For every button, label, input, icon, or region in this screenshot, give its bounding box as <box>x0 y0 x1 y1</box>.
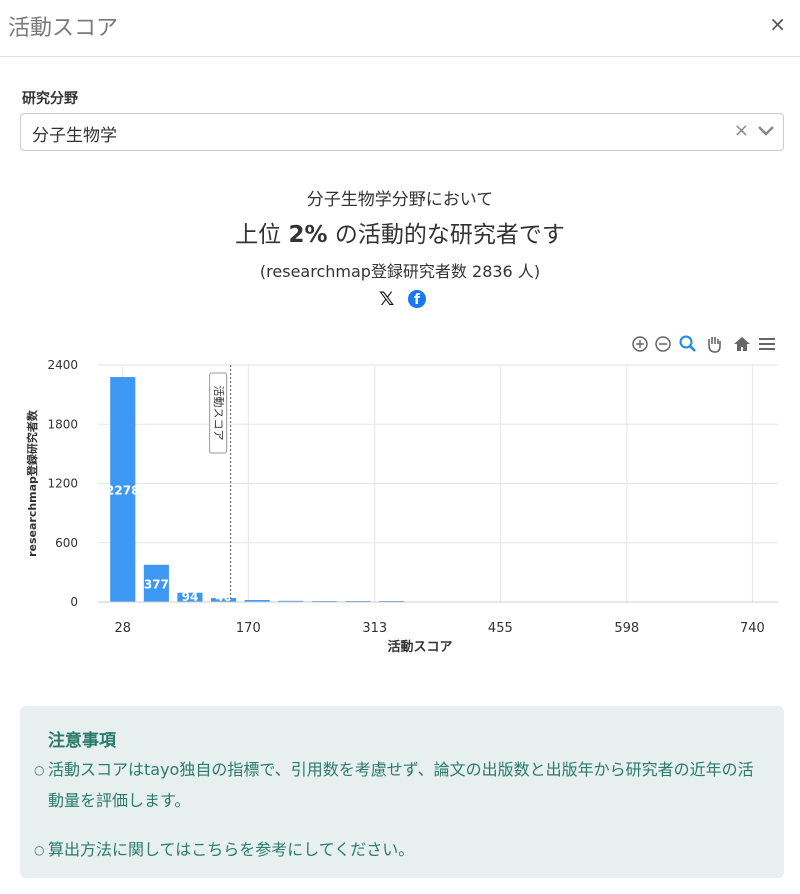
modal-title: 活動スコア <box>8 16 119 41</box>
x-tick-label: 598 <box>614 621 639 636</box>
rank-percent: 2% <box>288 222 328 248</box>
bullet-icon: ○ <box>34 843 45 857</box>
bar-value-label: 2278 <box>106 484 139 498</box>
field-label: 研究分野 <box>22 91 78 107</box>
x-tick-label: 170 <box>236 621 261 636</box>
modal-header: 活動スコア × <box>0 0 800 57</box>
chevron-down-icon[interactable] <box>757 124 775 138</box>
y-axis-title: researchmap登録研究者数 <box>25 409 39 557</box>
notes-panel: 注意事項 ○ 活動スコアはtayo独自の指標で、引用数を考慮せず、論文の出版数と出… <box>20 706 784 878</box>
x-tick-label: 313 <box>362 621 387 636</box>
facebook-share-icon[interactable]: f <box>408 290 426 308</box>
y-tick-label: 0 <box>70 595 78 609</box>
x-tick-label: 740 <box>740 621 765 636</box>
bar-value-label: 377 <box>144 577 169 591</box>
bullet-icon: ○ <box>34 763 45 777</box>
rank-suffix: の活動的な研究者です <box>327 222 565 248</box>
x-tick-label: 28 <box>114 621 131 636</box>
x-share-icon[interactable]: 𝕏 <box>379 288 394 310</box>
y-tick-label: 2400 <box>47 358 78 372</box>
summary-field-text: 分子生物学分野において <box>306 190 494 210</box>
note-text: 活動スコアはtayo独自の指標で、引用数を考慮せず、論文の出版数と出版年から研究… <box>48 760 754 810</box>
y-tick-label: 600 <box>55 536 78 550</box>
note-text: 算出方法に関してはこちらを参考にしてください。 <box>48 840 415 859</box>
notes-heading: 注意事項 <box>48 731 116 751</box>
clear-icon[interactable]: × <box>734 120 749 141</box>
score-marker-label: 活動スコア <box>212 386 226 441</box>
research-field-select[interactable]: 分子生物学 × <box>20 113 784 151</box>
note-item: ○ 活動スコアはtayo独自の指標で、引用数を考慮せず、論文の出版数と出版年から研… <box>34 754 768 816</box>
note-item: ○ 算出方法に関してはこちらを参考にしてください。 <box>34 834 768 865</box>
y-tick-label: 1800 <box>47 417 78 431</box>
summary-rank-text: 上位 2% の活動的な研究者です <box>0 215 800 249</box>
activity-score-histogram: 227837794 40 活動スコア 060012001800240028 170 3… <box>25 358 778 655</box>
close-icon[interactable]: × <box>769 12 786 36</box>
x-axis-title: 活動スコア <box>387 639 452 655</box>
x-tick-label: 455 <box>488 621 513 636</box>
summary-count-text: (researchmap登録研究者数 2836 人) <box>259 262 541 281</box>
y-tick-label: 1200 <box>47 477 78 491</box>
rank-prefix: 上位 <box>235 222 289 248</box>
research-field-value: 分子生物学 <box>32 126 117 146</box>
